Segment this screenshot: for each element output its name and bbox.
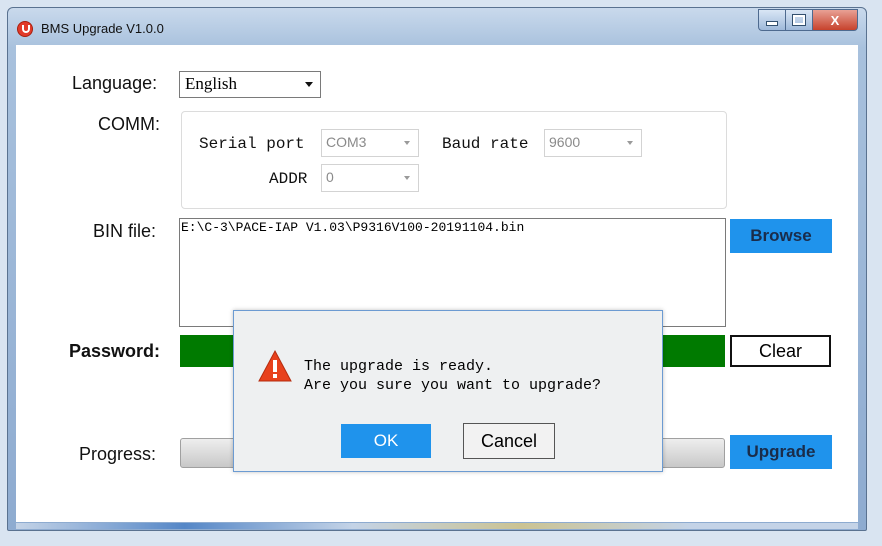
bin-file-label: BIN file:	[93, 221, 157, 241]
cancel-button[interactable]: Cancel	[463, 423, 555, 459]
main-panel: Language: English COMM: Serial port COM3…	[16, 45, 858, 522]
upgrade-button[interactable]: Upgrade	[730, 435, 832, 469]
chevron-down-icon	[305, 82, 313, 87]
minimize-icon	[766, 20, 778, 26]
baud-rate-label: Baud rate	[442, 135, 529, 153]
language-label: Language:	[72, 73, 158, 93]
app-window: BMS Upgrade V1.0.0 X Language: English C…	[7, 7, 867, 531]
maximize-icon	[792, 14, 806, 26]
addr-value: 0	[326, 169, 334, 185]
dialog-message-line-1: The upgrade is ready.	[304, 358, 494, 375]
dialog-message: The upgrade is ready. Are you sure you w…	[304, 357, 601, 395]
addr-label: ADDR	[269, 170, 308, 188]
serial-port-label: Serial port	[199, 135, 305, 153]
comm-label: COMM:	[98, 114, 160, 134]
chevron-down-icon	[404, 141, 410, 145]
addr-select[interactable]: 0	[321, 164, 419, 192]
comm-group: Serial port COM3 Baud rate 9600 ADDR 0	[181, 111, 727, 209]
serial-port-value: COM3	[326, 134, 367, 150]
clear-button[interactable]: Clear	[730, 335, 831, 367]
minimize-button[interactable]	[758, 9, 786, 31]
password-label: Password:	[69, 341, 161, 361]
serial-port-select[interactable]: COM3	[321, 129, 419, 157]
chevron-down-icon	[627, 141, 633, 145]
close-icon: X	[830, 12, 840, 28]
close-button[interactable]: X	[813, 9, 858, 31]
language-value: English	[185, 74, 237, 93]
ok-button[interactable]: OK	[341, 424, 431, 458]
window-title: BMS Upgrade V1.0.0	[41, 21, 164, 36]
window-controls: X	[758, 9, 858, 31]
window-bottom-border	[16, 523, 858, 529]
dialog-message-line-2: Are you sure you want to upgrade?	[304, 377, 602, 394]
browse-button[interactable]: Browse	[730, 219, 832, 253]
maximize-button[interactable]	[786, 9, 813, 31]
baud-rate-value: 9600	[549, 134, 581, 150]
baud-rate-select[interactable]: 9600	[544, 129, 642, 157]
title-bar[interactable]: BMS Upgrade V1.0.0 X	[8, 8, 866, 44]
bin-file-path: E:\C-3\PACE-IAP V1.03\P9316V100-20191104…	[181, 220, 525, 235]
warning-icon	[258, 349, 292, 382]
confirm-dialog: The upgrade is ready. Are you sure you w…	[233, 310, 663, 472]
app-logo-icon	[17, 21, 33, 37]
language-select[interactable]: English	[179, 71, 321, 98]
progress-label: Progress:	[79, 444, 157, 464]
chevron-down-icon	[404, 176, 410, 180]
